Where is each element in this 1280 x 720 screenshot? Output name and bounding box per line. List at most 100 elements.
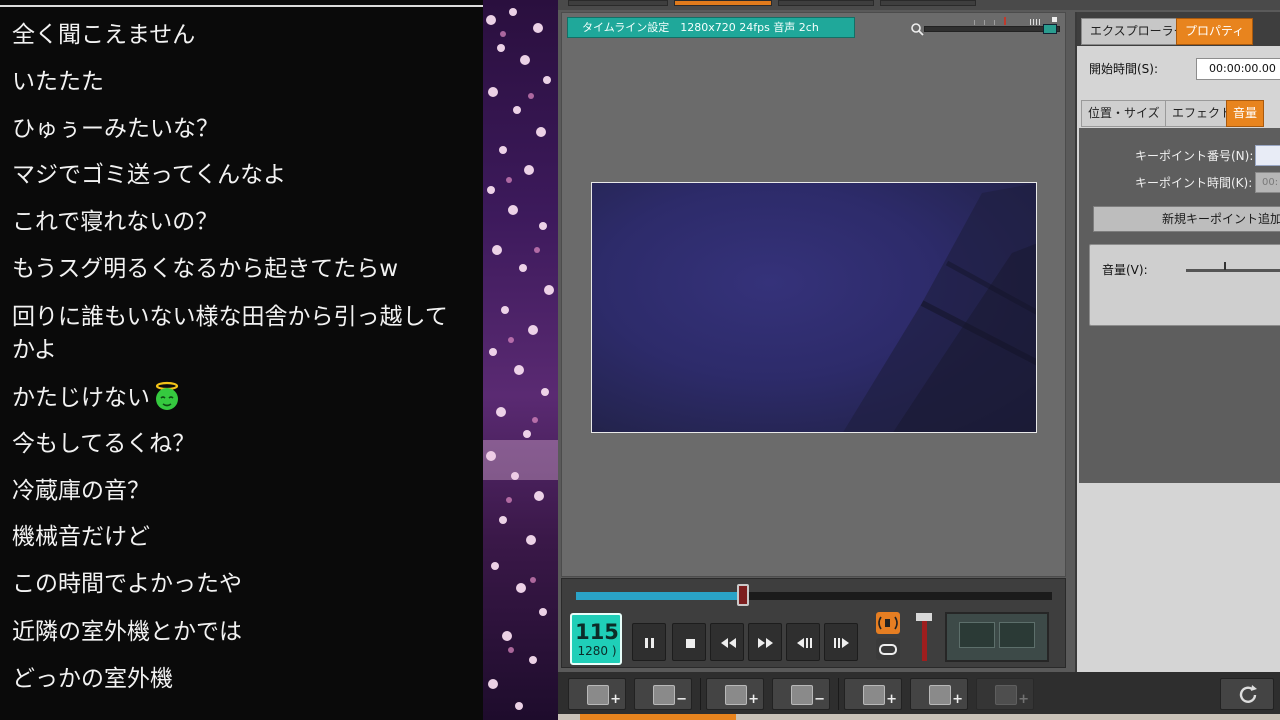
seek-bar[interactable] bbox=[576, 592, 1052, 600]
prev-frame-button[interactable] bbox=[786, 623, 820, 661]
chat-panel: 全く聞こえません いたたた ひゅぅーみたいな？ マジでゴミ送ってくんなよ これで… bbox=[0, 0, 483, 720]
chat-message: これで寝れないの？ bbox=[12, 209, 219, 235]
add-text-button[interactable]: + bbox=[844, 678, 902, 710]
cherry-blossom-decoration bbox=[483, 8, 558, 710]
fader-cap[interactable] bbox=[916, 613, 932, 621]
start-time-field[interactable]: 00:00:00.00 bbox=[1196, 58, 1280, 80]
insert-media-button[interactable]: + bbox=[706, 678, 764, 710]
rewind-icon bbox=[721, 638, 736, 648]
timeline-edge bbox=[558, 714, 1280, 720]
volume-group: 音量(V): bbox=[1089, 244, 1280, 326]
remove-clip-button[interactable]: − bbox=[634, 678, 692, 710]
frame-sub-value: 1280 ) bbox=[577, 644, 617, 658]
pause-button[interactable] bbox=[632, 623, 666, 661]
transport-controls: 115 1280 ) bbox=[561, 578, 1066, 668]
meter-channel-l bbox=[959, 622, 995, 648]
refresh-icon bbox=[1239, 685, 1257, 703]
next-frame-icon bbox=[834, 638, 849, 648]
bottom-toolbar: + − + − + + + bbox=[558, 672, 1280, 720]
top-tab[interactable] bbox=[880, 0, 976, 6]
pause-icon bbox=[645, 638, 654, 648]
refresh-button[interactable] bbox=[1220, 678, 1274, 710]
insert-media-icon bbox=[725, 685, 747, 705]
text-icon bbox=[863, 685, 885, 705]
chat-message-text: かたじけない bbox=[12, 385, 150, 411]
property-sub-tabs: 位置・サイズ エフェクト 音量 bbox=[1077, 100, 1280, 128]
chat-message: この時間でよかったや bbox=[12, 571, 242, 597]
preview-panel: タイムライン設定 1280x720 24fps 音声 2ch bbox=[561, 12, 1066, 577]
fx-icon bbox=[929, 685, 951, 705]
chat-message: 機械音だけど bbox=[12, 524, 150, 550]
chat-message: ひゅぅーみたいな？ bbox=[12, 116, 219, 142]
volume-slider[interactable] bbox=[1186, 262, 1280, 272]
video-frame-content bbox=[843, 183, 1036, 432]
properties-panel: エクスプローラー プロパティ 開始時間(S): 00:00:00.00 位置・サ… bbox=[1075, 12, 1280, 672]
speaker-icon bbox=[878, 616, 898, 630]
keypoint-time-label: キーポイント時間(K): bbox=[1135, 176, 1253, 190]
fast-forward-icon bbox=[758, 638, 773, 648]
sakura-background bbox=[483, 0, 558, 720]
keypoint-number-label: キーポイント番号(N): bbox=[1135, 149, 1254, 163]
volume-tab-body: キーポイント番号(N): キーポイント時間(K): 00: 新規キーポイント追加… bbox=[1079, 128, 1280, 483]
timeline-marker bbox=[580, 714, 736, 720]
seek-progress bbox=[576, 592, 743, 600]
chat-message-continuation: かよ bbox=[12, 337, 57, 363]
stop-button[interactable] bbox=[672, 623, 706, 661]
keypoint-number-field[interactable] bbox=[1255, 145, 1280, 166]
remove-clip-icon bbox=[653, 685, 675, 705]
chat-message: もうスグ明るくなるから起きてたらw bbox=[12, 256, 399, 282]
properties-tab-bar: エクスプローラー プロパティ bbox=[1077, 12, 1280, 46]
chat-message: 回りに誰もいない様な田舎から引っ越して bbox=[12, 304, 448, 330]
fader-track bbox=[922, 617, 927, 661]
top-tab[interactable] bbox=[568, 0, 668, 6]
frame-counter: 115 1280 ) bbox=[570, 613, 622, 665]
top-tab-active[interactable] bbox=[674, 0, 772, 6]
disabled-tool-button: + bbox=[976, 678, 1034, 710]
top-tab-strip bbox=[558, 0, 1280, 10]
tab-properties[interactable]: プロパティ bbox=[1176, 18, 1254, 45]
delete-media-button[interactable]: − bbox=[772, 678, 830, 710]
zoom-icon[interactable] bbox=[910, 22, 924, 36]
loop-icon bbox=[879, 644, 897, 655]
meter-channel-r bbox=[999, 622, 1035, 648]
audio-loop-toggles bbox=[876, 612, 900, 660]
rewind-button[interactable] bbox=[710, 623, 744, 661]
volume-slider-marker[interactable] bbox=[1224, 262, 1226, 270]
zoom-slider[interactable] bbox=[924, 24, 1060, 34]
add-clip-button[interactable]: + bbox=[568, 678, 626, 710]
toolbar-separator bbox=[700, 678, 701, 710]
video-preview[interactable] bbox=[591, 182, 1037, 433]
audio-level-meter bbox=[945, 612, 1049, 662]
keypoint-time-field[interactable]: 00: bbox=[1255, 172, 1280, 193]
add-effect-button[interactable]: + bbox=[910, 678, 968, 710]
volume-label: 音量(V): bbox=[1102, 263, 1148, 277]
chat-message: 近隣の室外機とかでは bbox=[12, 619, 242, 645]
tab-position-size[interactable]: 位置・サイズ bbox=[1081, 100, 1167, 127]
delete-media-icon bbox=[791, 685, 813, 705]
next-frame-button[interactable] bbox=[824, 623, 858, 661]
timeline-settings-label[interactable]: タイムライン設定 1280x720 24fps 音声 2ch bbox=[567, 17, 855, 38]
chat-message: 冷蔵庫の音？ bbox=[12, 478, 150, 504]
chat-message: 今もしてるくね？ bbox=[12, 431, 196, 457]
add-keypoint-button[interactable]: 新規キーポイント追加 bbox=[1093, 206, 1280, 232]
seek-handle[interactable] bbox=[736, 584, 749, 606]
add-clip-icon bbox=[587, 685, 609, 705]
chat-message: 全く聞こえません bbox=[12, 22, 196, 48]
top-tab[interactable] bbox=[778, 0, 874, 6]
toolbar-separator bbox=[838, 678, 839, 710]
layer-icon bbox=[995, 685, 1017, 705]
master-volume-fader[interactable] bbox=[916, 613, 932, 663]
chat-message: いたたた bbox=[12, 69, 104, 95]
video-editor: タイムライン設定 1280x720 24fps 音声 2ch 115 1280 … bbox=[558, 0, 1280, 720]
start-time-label: 開始時間(S): bbox=[1089, 62, 1159, 76]
loop-button[interactable] bbox=[876, 638, 900, 660]
angel-emoji-icon bbox=[155, 381, 179, 410]
chat-top-divider bbox=[0, 5, 483, 7]
audio-monitor-button[interactable] bbox=[876, 612, 900, 634]
zoom-slider-knob[interactable] bbox=[1043, 24, 1057, 34]
chat-message: かたじけない bbox=[12, 381, 182, 414]
prev-frame-icon bbox=[797, 638, 812, 648]
fast-forward-button[interactable] bbox=[748, 623, 782, 661]
frame-number: 115 bbox=[575, 620, 619, 644]
tab-volume[interactable]: 音量 bbox=[1226, 100, 1265, 127]
